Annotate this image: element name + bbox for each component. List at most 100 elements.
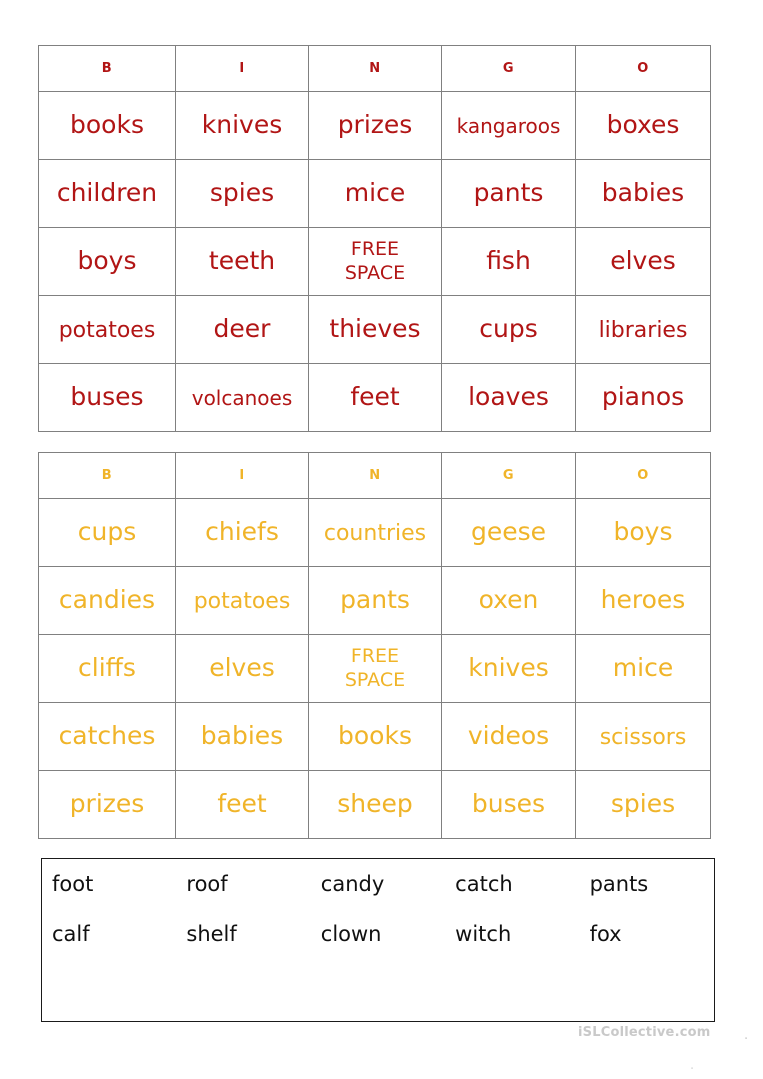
card2-cell-n4-text: books [338,721,412,751]
word-bank-word-3: candy [320,872,385,896]
card1-cell-g3[interactable]: fish [441,227,576,296]
card2-cell-g1[interactable]: geese [441,498,576,567]
card2-cell-g2[interactable]: oxen [441,566,576,635]
card2-cell-g3-text: knives [468,653,549,683]
card1-header-o: O [575,45,711,92]
card1-cell-o4[interactable]: libraries [575,295,711,364]
card2-cell-g3[interactable]: knives [441,634,576,703]
card2-cell-n5-text: sheep [337,789,413,819]
worksheet-page: B I N G O books knives prizes kangaroos … [0,0,763,1079]
card2-cell-b5-text: prizes [69,789,145,819]
card1-cell-i4[interactable]: deer [175,295,309,364]
card1-cell-i3[interactable]: teeth [175,227,309,296]
card1-cell-b1[interactable]: books [38,91,176,160]
card2-cell-i5[interactable]: feet [175,770,309,839]
bingo-card-1-row: potatoes deer thieves cups libraries [38,295,711,364]
card2-cell-b5[interactable]: prizes [38,770,176,839]
card1-cell-i2[interactable]: spies [175,159,309,228]
card1-cell-g4[interactable]: cups [441,295,576,364]
card1-cell-i2-text: spies [209,178,275,208]
card2-cell-b1-text: cups [77,517,137,547]
card1-cell-b1-text: books [70,110,144,140]
card1-cell-b5[interactable]: buses [38,363,176,432]
card2-cell-i3[interactable]: elves [175,634,309,703]
card2-cell-i4-text: babies [200,721,284,751]
card1-cell-n4[interactable]: thieves [308,295,442,364]
card1-cell-g2[interactable]: pants [441,159,576,228]
card1-cell-n2[interactable]: mice [308,159,442,228]
card2-cell-n1[interactable]: countries [308,498,442,567]
card2-cell-o1[interactable]: boys [575,498,711,567]
card2-free-space[interactable]: FREE SPACE [308,634,442,703]
word-bank-word-4: catch [455,872,513,896]
card2-cell-b1[interactable]: cups [38,498,176,567]
bingo-card-2-row: candies potatoes pants oxen heroes [38,566,711,635]
card1-cell-i5-text: volcanoes [191,386,293,411]
card1-cell-o5[interactable]: pianos [575,363,711,432]
card2-header-g: G [441,452,576,499]
card1-cell-b4[interactable]: potatoes [38,295,176,364]
word-bank-word-2: roof [186,872,228,896]
card2-cell-b2-text: candies [58,585,156,615]
card2-cell-o2-text: heroes [600,585,686,615]
card1-cell-g5[interactable]: loaves [441,363,576,432]
card2-cell-g4[interactable]: videos [441,702,576,771]
card1-cell-g5-text: loaves [468,382,549,412]
card2-cell-i4[interactable]: babies [175,702,309,771]
card1-cell-o3[interactable]: elves [575,227,711,296]
card2-cell-i1[interactable]: chiefs [175,498,309,567]
bingo-card-1-row: boys teeth FREE SPACE fish elves [38,227,711,296]
word-bank-word-5: pants [589,872,649,896]
card1-cell-i1[interactable]: knives [175,91,309,160]
card2-cell-o3[interactable]: mice [575,634,711,703]
card2-cell-b3-text: cliffs [78,653,136,683]
word-bank-row: foot roof candy catch pants [42,859,714,909]
card1-cell-b4-text: potatoes [58,318,156,344]
card2-cell-o5[interactable]: spies [575,770,711,839]
card1-header-g: G [441,45,576,92]
card2-cell-o4[interactable]: scissors [575,702,711,771]
card1-cell-o3-text: elves [610,246,676,276]
word-bank-word-1: foot [52,872,94,896]
card1-header-n: N [308,45,442,92]
card1-cell-o1[interactable]: boxes [575,91,711,160]
watermark-mark-right: . [744,1028,749,1043]
card2-cell-o1-text: boys [613,517,673,547]
card2-cell-g5[interactable]: buses [441,770,576,839]
word-bank-box: foot roof candy catch pants calf shelf c… [41,858,715,1022]
card2-cell-n2[interactable]: pants [308,566,442,635]
card2-cell-b2[interactable]: candies [38,566,176,635]
card1-cell-n1[interactable]: prizes [308,91,442,160]
card1-cell-b5-text: buses [70,382,144,412]
card2-cell-n1-text: countries [323,521,427,547]
word-bank-row: calf shelf clown witch fox [42,909,714,959]
card1-cell-b3[interactable]: boys [38,227,176,296]
card2-free-space-text: FREE SPACE [344,644,406,691]
card1-cell-g3-text: fish [486,246,531,276]
card2-cell-n4[interactable]: books [308,702,442,771]
card1-cell-i5[interactable]: volcanoes [175,363,309,432]
word-bank-grid: foot roof candy catch pants calf shelf c… [42,859,714,959]
bingo-card-1-row: buses volcanoes feet loaves pianos [38,363,711,432]
card1-free-space[interactable]: FREE SPACE [308,227,442,296]
card1-cell-n5[interactable]: feet [308,363,442,432]
card2-cell-n2-text: pants [340,585,410,615]
card1-cell-n5-text: feet [350,382,400,412]
card1-cell-o2[interactable]: babies [575,159,711,228]
card1-cell-o5-text: pianos [601,382,685,412]
card2-cell-b3[interactable]: cliffs [38,634,176,703]
card1-cell-b2[interactable]: children [38,159,176,228]
word-bank-word-7: shelf [186,922,237,946]
card2-cell-i2[interactable]: potatoes [175,566,309,635]
card1-cell-i4-text: deer [213,314,271,344]
card1-cell-i3-text: teeth [208,246,276,276]
card1-cell-g1[interactable]: kangaroos [441,91,576,160]
card2-cell-b4[interactable]: catches [38,702,176,771]
word-bank-word-10: fox [589,922,622,946]
card2-cell-i1-text: chiefs [205,517,279,547]
card2-cell-i2-text: potatoes [193,589,291,615]
bingo-card-2-row: prizes feet sheep buses spies [38,770,711,839]
card2-cell-n5[interactable]: sheep [308,770,442,839]
card2-cell-o2[interactable]: heroes [575,566,711,635]
card2-header-n: N [308,452,442,499]
